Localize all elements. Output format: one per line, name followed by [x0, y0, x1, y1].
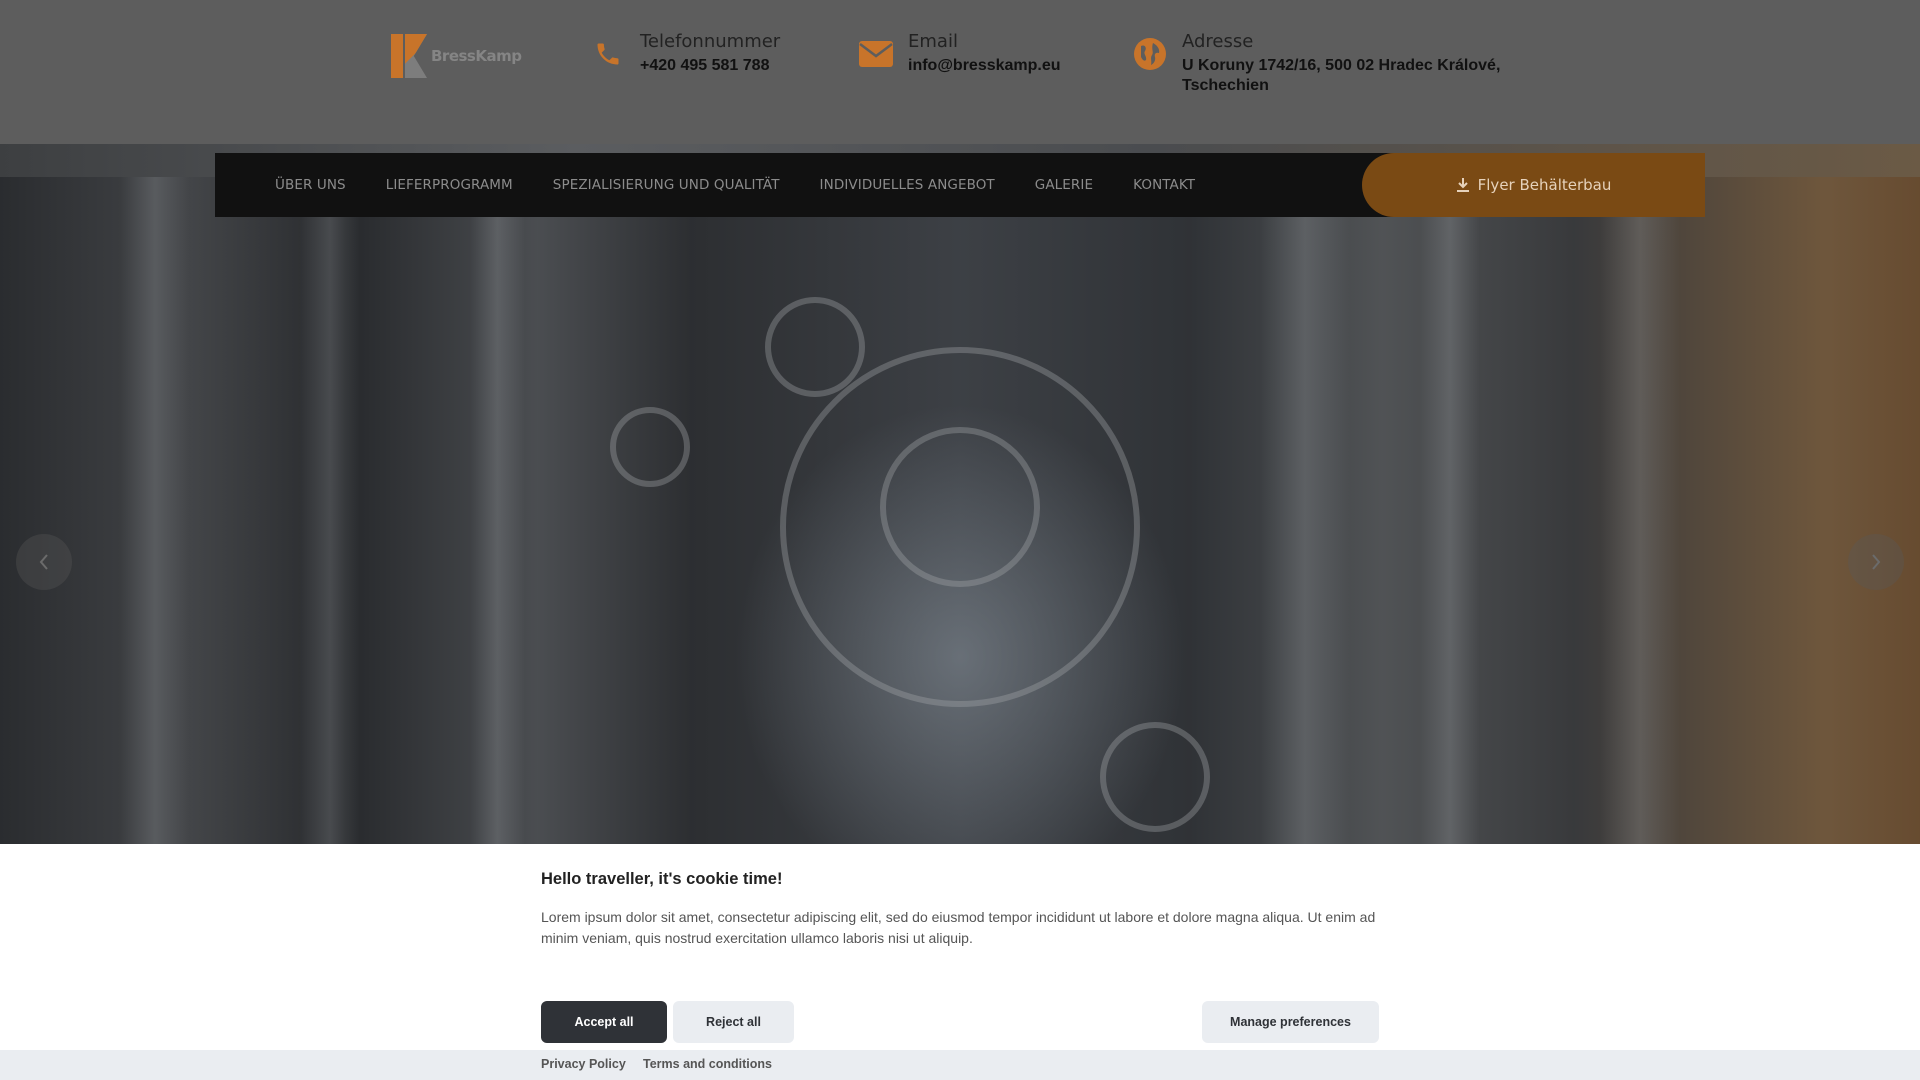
- slider-next-button[interactable]: [1848, 534, 1904, 590]
- logo[interactable]: BressKamp: [391, 34, 529, 78]
- phone-label: Telefonnummer: [640, 31, 781, 52]
- cookie-footer: Privacy Policy Terms and conditions: [0, 1050, 1920, 1080]
- nav-item-spezialisierung[interactable]: Spezialisierung und Qualität: [553, 177, 780, 193]
- envelope-icon: [858, 36, 894, 72]
- nav-item-lieferprogramm[interactable]: Lieferprogramm: [386, 177, 513, 193]
- cookie-description: Lorem ipsum dolor sit amet, consectetur …: [541, 909, 1376, 946]
- nav-item-angebot[interactable]: Individuelles Angebot: [820, 177, 995, 193]
- header-topbar: BressKamp Telefonnummer +420 495 581 788…: [0, 0, 1920, 144]
- slider-prev-button[interactable]: [16, 534, 72, 590]
- contact-email: Email info@bresskamp.eu: [858, 30, 1061, 76]
- address-value: U Koruny 1742/16, 500 02 Hradec Králové,…: [1182, 57, 1501, 94]
- logo-mark-icon: [391, 34, 427, 78]
- flyer-download-button[interactable]: Flyer Behälterbau: [1362, 153, 1705, 217]
- logo-text: BressKamp: [431, 47, 522, 65]
- email-label: Email: [908, 31, 958, 52]
- phone-value[interactable]: +420 495 581 788: [640, 56, 780, 76]
- email-value[interactable]: info@bresskamp.eu: [908, 56, 1061, 76]
- contact-address: Adresse U Koruny 1742/16, 500 02 Hradec …: [1132, 30, 1522, 96]
- nav-item-galerie[interactable]: Galerie: [1035, 177, 1093, 193]
- cookie-title: Hello traveller, it's cookie time!: [541, 870, 783, 888]
- download-icon: [1456, 177, 1470, 193]
- address-label: Adresse: [1182, 31, 1254, 52]
- chevron-right-icon: [1872, 554, 1881, 570]
- privacy-policy-link[interactable]: Privacy Policy: [541, 1057, 626, 1071]
- cookie-banner: Hello traveller, it's cookie time! Lorem…: [0, 844, 1920, 1080]
- manage-preferences-button[interactable]: Manage preferences: [1202, 1001, 1379, 1043]
- phone-icon: [590, 36, 626, 72]
- terms-link[interactable]: Terms and conditions: [643, 1057, 772, 1071]
- globe-icon: [1132, 36, 1168, 72]
- nav-item-ueber-uns[interactable]: Über uns: [275, 177, 346, 193]
- chevron-left-icon: [39, 554, 48, 570]
- flyer-label: Flyer Behälterbau: [1477, 176, 1612, 194]
- accept-all-button[interactable]: Accept all: [541, 1001, 667, 1043]
- contact-phone: Telefonnummer +420 495 581 788: [590, 30, 780, 76]
- nav-item-kontakt[interactable]: Kontakt: [1133, 177, 1195, 193]
- reject-all-button[interactable]: Reject all: [673, 1001, 794, 1043]
